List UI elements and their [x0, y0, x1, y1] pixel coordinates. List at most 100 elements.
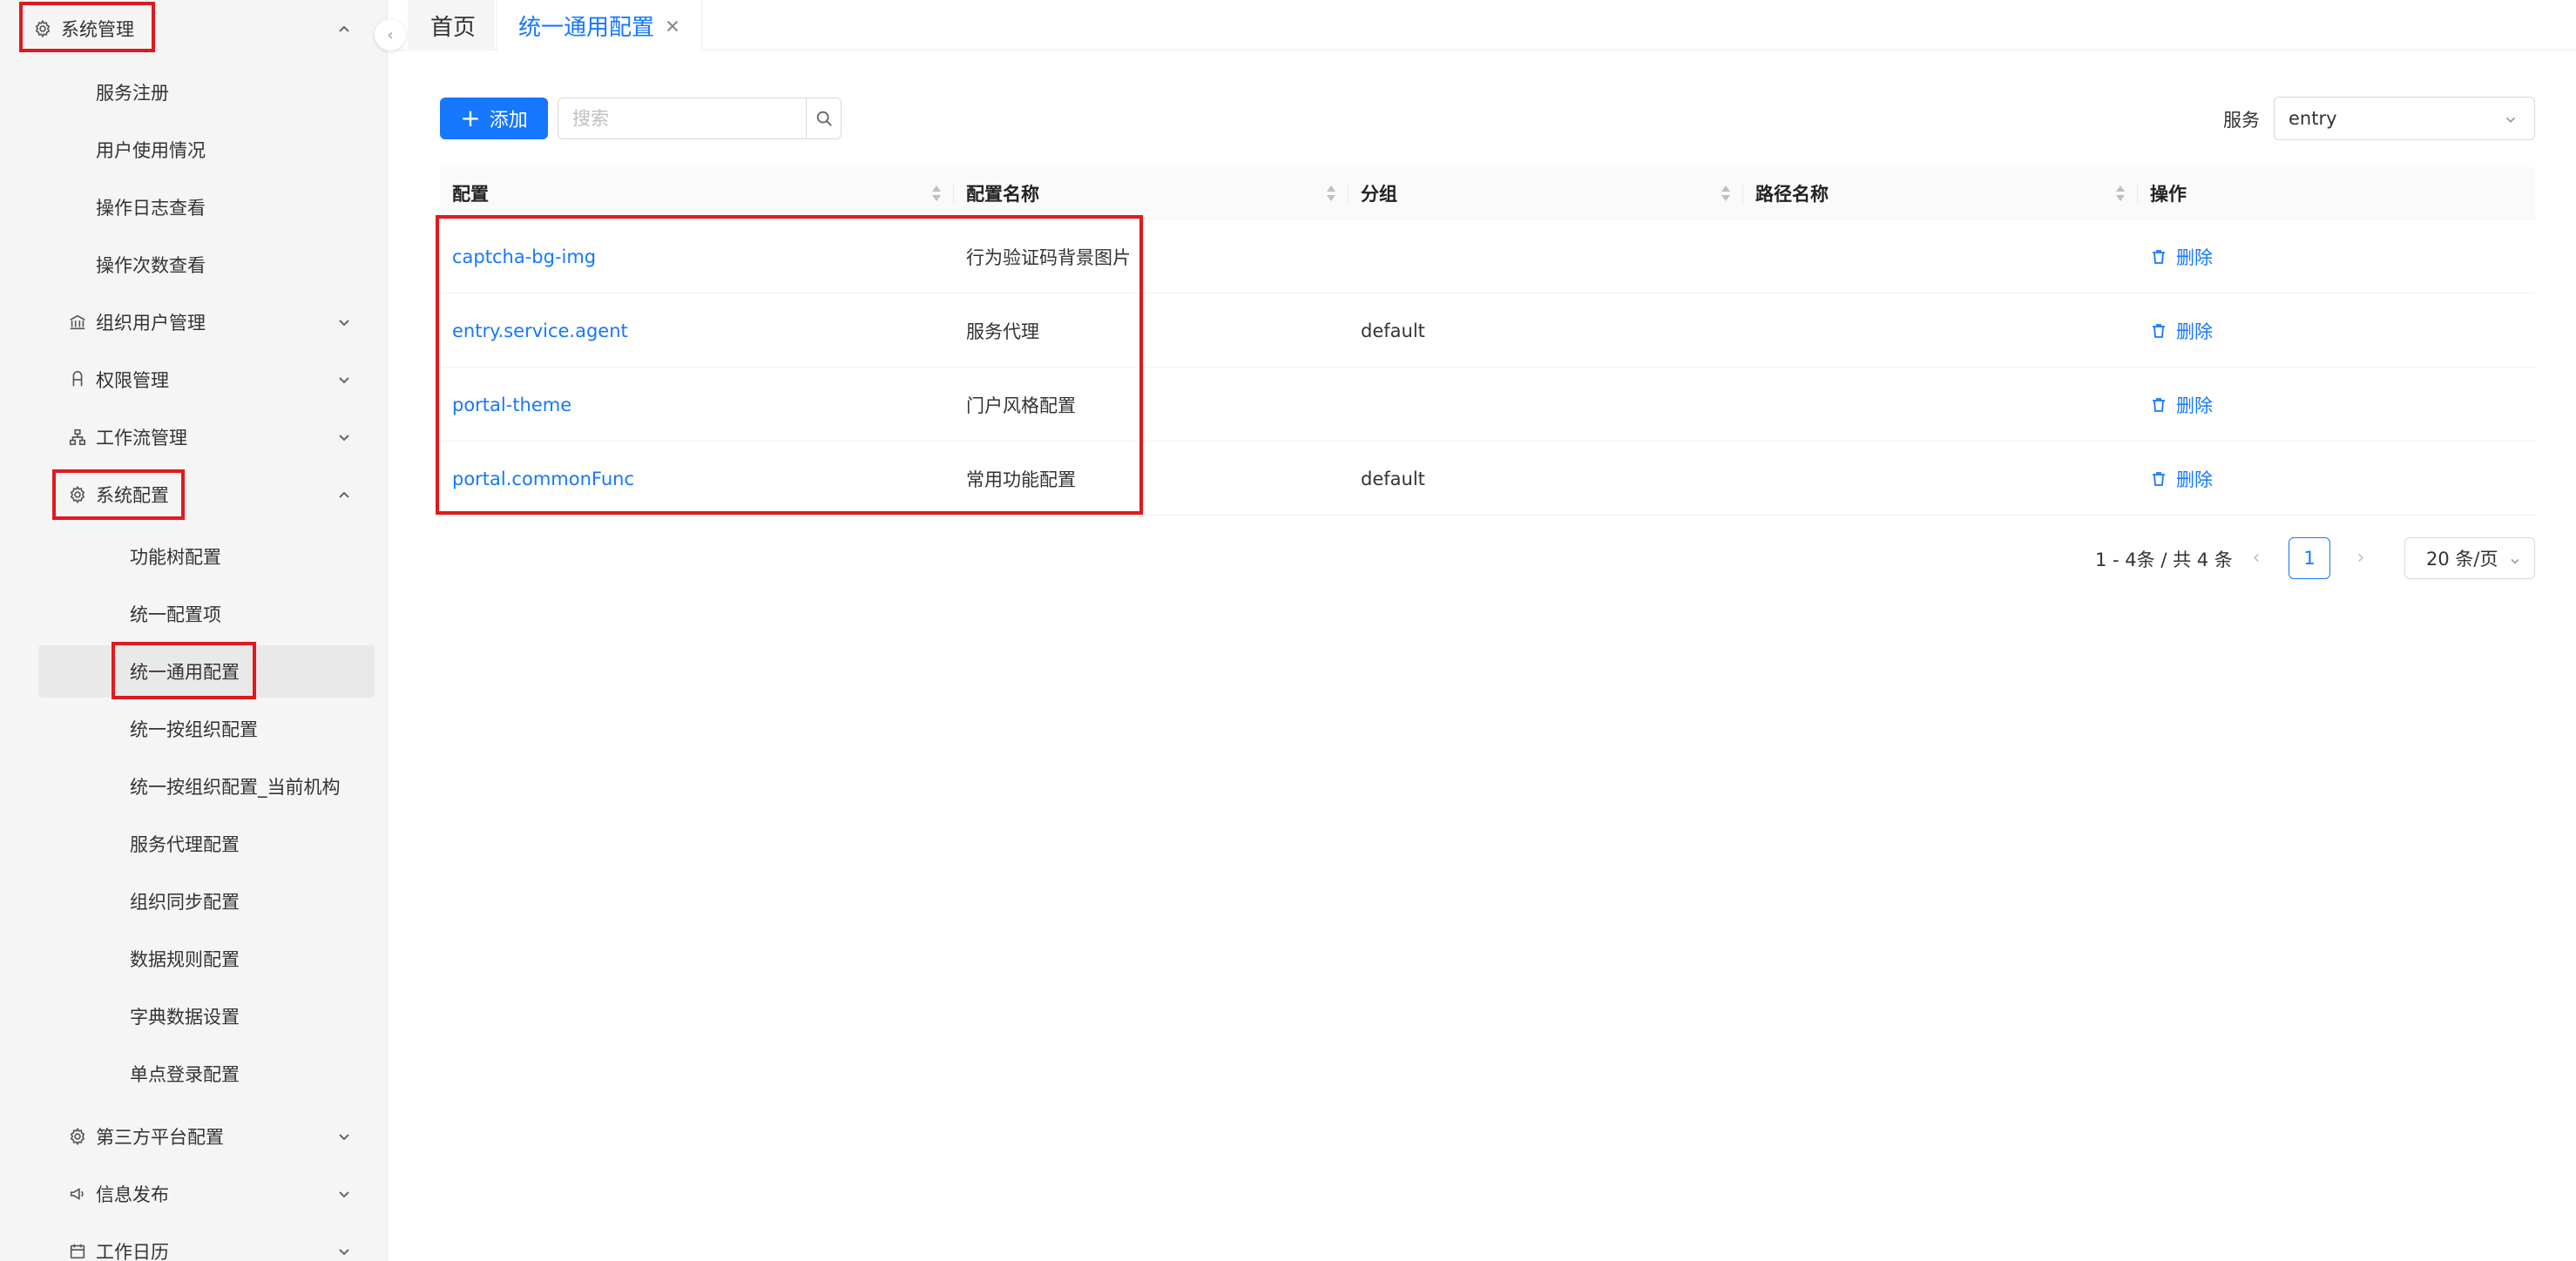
chevron-right-icon[interactable]: › [2350, 547, 2371, 569]
sidebar-item-label: 用户使用情况 [96, 140, 206, 161]
group-cell: default [1361, 320, 1425, 341]
actions-cell: 删除 [2138, 219, 2535, 293]
config-name-cell: 服务代理 [966, 320, 1039, 342]
sidebar-item-label: 组织用户管理 [96, 313, 206, 334]
path-name-cell [1743, 293, 2138, 368]
chevron-left-icon[interactable]: ‹ [2246, 547, 2267, 569]
trash-icon [2153, 249, 2165, 264]
sidebar-collapse-button[interactable]: ‹ [375, 19, 406, 51]
path-name-cell [1743, 442, 2138, 516]
service-label: 服务 [2223, 110, 2260, 131]
config-key-link[interactable]: captcha-bg-img [440, 219, 954, 293]
tab-label: 首页 [430, 14, 477, 41]
delete-button[interactable]: 删除 [2150, 392, 2213, 418]
sidebar-item-dictionary-data[interactable]: 字典数据设置 [0, 990, 388, 1042]
sidebar-item-workflow-management[interactable]: 工作流管理 [0, 411, 388, 463]
search-button[interactable] [806, 98, 841, 138]
sidebar-item-org-sync-config[interactable]: 组织同步配置 [0, 875, 388, 927]
sidebar-item-unified-org-config-current[interactable]: 统一按组织配置_当前机构 [0, 760, 388, 813]
config-key-link[interactable]: entry.service.agent [440, 293, 954, 368]
workflow-icon [66, 426, 89, 448]
delete-button[interactable]: 删除 [2150, 318, 2213, 344]
search-input[interactable] [558, 98, 806, 138]
sidebar-item-unified-general-config[interactable]: 统一通用配置 [38, 645, 375, 698]
close-icon[interactable] [663, 16, 682, 35]
sidebar-item-label: 第三方平台配置 [96, 1127, 224, 1148]
gear-icon [66, 483, 89, 506]
delete-button[interactable]: 删除 [2150, 466, 2213, 492]
search-box [558, 98, 842, 139]
table-row: portal.commonFunc 常用功能配置 default 删除 [440, 442, 2535, 516]
bank-icon [66, 311, 89, 334]
gear-icon [31, 17, 54, 40]
sidebar-item-unified-config-item[interactable]: 统一配置项 [0, 588, 388, 640]
gear-icon [66, 1125, 89, 1148]
sidebar-item-operation-count[interactable]: 操作次数查看 [0, 239, 388, 291]
chevron-down-icon [335, 314, 353, 331]
sidebar-item-permission-management[interactable]: 权限管理 [0, 354, 388, 406]
sort-icon[interactable] [2115, 184, 2126, 203]
column-header-group[interactable]: 分组 [1349, 167, 1743, 219]
group-cell [1349, 368, 1743, 442]
sidebar-item-label: 字典数据设置 [130, 1007, 240, 1028]
config-key-link[interactable]: portal-theme [440, 368, 954, 442]
sidebar-item-user-usage[interactable]: 用户使用情况 [0, 124, 388, 176]
add-button[interactable]: + 添加 [440, 98, 548, 139]
sidebar-item-label: 操作日志查看 [96, 198, 206, 219]
sidebar-item-system-management[interactable]: 系统管理 [0, 3, 388, 55]
sidebar-item-function-tree-config[interactable]: 功能树配置 [0, 530, 388, 583]
sidebar-item-label: 服务注册 [96, 83, 169, 104]
table-header: 配置 配置名称 分组 路径名称 操作 [440, 167, 2535, 219]
sidebar-item-label: 统一按组织配置_当前机构 [130, 777, 341, 798]
page-size-select[interactable]: 20 条/页 [2404, 537, 2535, 579]
sidebar-item-label: 系统管理 [61, 19, 134, 40]
config-name-cell: 行为验证码背景图片 [966, 246, 1131, 268]
sidebar-item-info-publish[interactable]: 信息发布 [0, 1168, 388, 1220]
sort-icon[interactable] [931, 184, 942, 203]
sidebar-item-org-user-management[interactable]: 组织用户管理 [0, 296, 388, 348]
tab-unified-general-config[interactable]: 统一通用配置 [497, 0, 702, 51]
chevron-down-icon [2503, 111, 2519, 126]
tab-home[interactable]: 首页 [408, 0, 495, 51]
pagination-page-1[interactable]: 1 [2289, 537, 2330, 579]
actions-cell: 删除 [2138, 293, 2535, 368]
tab-bar: 首页 统一通用配置 [389, 0, 2576, 51]
column-header-config-name[interactable]: 配置名称 [954, 167, 1349, 219]
sidebar-item-label: 单点登录配置 [130, 1064, 240, 1085]
sidebar-item-work-calendar[interactable]: 工作日历 [0, 1225, 388, 1261]
column-header-actions: 操作 [2150, 184, 2187, 205]
chevron-up-icon [335, 486, 353, 503]
page-size-value: 20 条/页 [2426, 549, 2498, 570]
sidebar-item-sso-config[interactable]: 单点登录配置 [0, 1048, 388, 1100]
group-cell [1349, 219, 1743, 293]
actions-cell: 删除 [2138, 368, 2535, 442]
column-header-path-name[interactable]: 路径名称 [1743, 167, 2138, 219]
sort-icon[interactable] [1326, 184, 1336, 203]
table-row: captcha-bg-img 行为验证码背景图片 删除 [440, 219, 2535, 293]
config-table: 配置 配置名称 分组 路径名称 操作 captcha-bg-img 行为验证码背… [440, 167, 2535, 516]
sidebar-item-service-proxy-config[interactable]: 服务代理配置 [0, 818, 388, 870]
table-row: portal-theme 门户风格配置 删除 [440, 368, 2535, 442]
actions-cell: 删除 [2138, 442, 2535, 516]
sidebar-item-third-party-config[interactable]: 第三方平台配置 [0, 1110, 388, 1163]
config-key-link[interactable]: portal.commonFunc [440, 442, 954, 516]
sidebar-item-operation-log[interactable]: 操作日志查看 [0, 181, 388, 233]
delete-button[interactable]: 删除 [2150, 244, 2213, 270]
sidebar-item-system-config[interactable]: 系统配置 [0, 469, 388, 521]
sidebar-item-unified-org-config[interactable]: 统一按组织配置 [0, 703, 388, 755]
sidebar-item-data-rule-config[interactable]: 数据规则配置 [0, 933, 388, 985]
sidebar-item-label: 功能树配置 [130, 547, 221, 568]
sidebar-item-label: 统一按组织配置 [130, 719, 258, 740]
sort-icon[interactable] [1721, 184, 1731, 203]
chevron-down-icon [335, 371, 353, 388]
sidebar-item-label: 统一通用配置 [130, 662, 240, 683]
column-header-config[interactable]: 配置 [440, 167, 954, 219]
sidebar-item-label: 信息发布 [96, 1184, 169, 1205]
tab-label: 统一通用配置 [518, 14, 655, 41]
sidebar: 系统管理 服务注册 用户使用情况 操作日志查看 操作次数查看 组织用户管理 权限… [0, 0, 388, 1261]
table-row: entry.service.agent 服务代理 default 删除 [440, 293, 2535, 368]
service-select[interactable]: entry [2274, 97, 2535, 140]
calendar-icon [66, 1240, 89, 1261]
path-name-cell [1743, 368, 2138, 442]
sidebar-item-service-register[interactable]: 服务注册 [0, 66, 388, 118]
